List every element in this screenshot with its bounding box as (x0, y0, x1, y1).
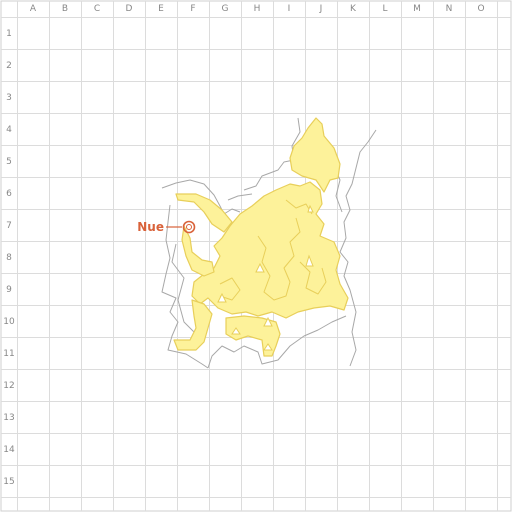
row-label-4: 4 (6, 125, 12, 135)
column-label-c: C (94, 4, 100, 14)
row-labels: 123456789101112131415 (3, 29, 15, 487)
row-label-1: 1 (6, 29, 12, 39)
row-label-3: 3 (6, 93, 12, 103)
row-label-11: 11 (3, 349, 14, 359)
column-label-h: H (254, 4, 261, 14)
column-label-j: J (319, 4, 323, 14)
row-label-2: 2 (6, 61, 12, 71)
column-label-g: G (222, 4, 229, 14)
row-label-8: 8 (6, 253, 12, 263)
column-label-f: F (190, 4, 195, 14)
location-marker[interactable]: Nue (137, 220, 196, 234)
row-label-5: 5 (6, 157, 12, 167)
column-label-n: N (446, 4, 453, 14)
row-label-14: 14 (3, 445, 15, 455)
column-label-l: L (382, 4, 387, 14)
column-label-d: D (126, 4, 133, 14)
column-label-m: M (413, 4, 421, 14)
row-label-13: 13 (3, 413, 14, 423)
zone-map[interactable]: ABCDEFGHIJKLMNO 123456789101112131415 Nu… (0, 0, 512, 512)
marker-label: Nue (137, 220, 164, 234)
column-labels: A B C D E F G H I J K L M N O (30, 4, 485, 14)
column-label-e: E (158, 4, 164, 14)
column-label-b: B (62, 4, 68, 14)
terrain-main-body (191, 181, 349, 319)
terrain-northeast-peak (289, 117, 341, 193)
column-label-k: K (350, 4, 357, 14)
row-label-12: 12 (3, 381, 14, 391)
column-label-o: O (477, 4, 484, 14)
row-label-6: 6 (6, 189, 12, 199)
walkable-terrain (173, 117, 349, 357)
column-label-a: A (30, 4, 37, 14)
row-label-9: 9 (6, 285, 12, 295)
row-label-15: 15 (3, 477, 14, 487)
row-label-7: 7 (6, 221, 12, 231)
row-label-10: 10 (3, 317, 15, 327)
column-label-i: I (288, 4, 291, 14)
ring-marker-inner (186, 224, 192, 230)
